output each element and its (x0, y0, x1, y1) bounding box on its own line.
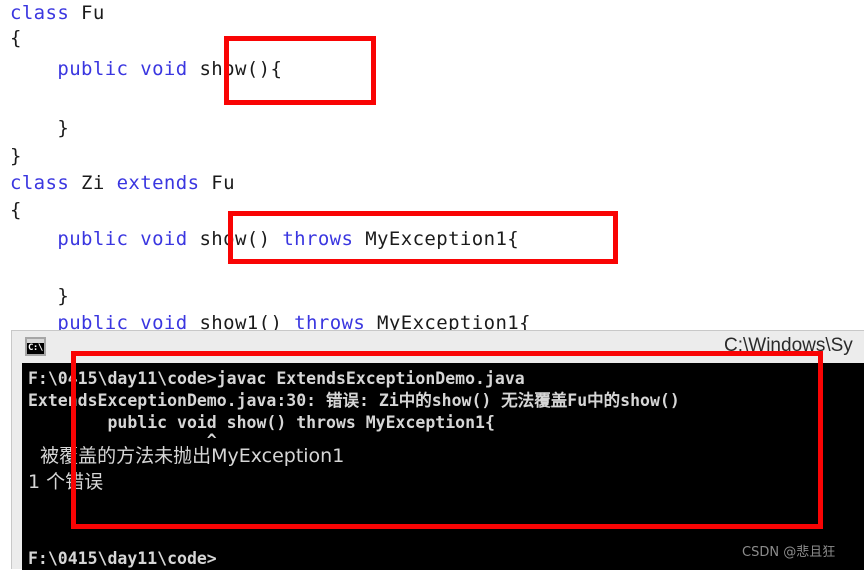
indent-3 (10, 58, 57, 80)
keyword-throws: throws (282, 228, 354, 250)
terminal-line-error-header: ExtendsExceptionDemo.java:30: 错误: Zi中的sh… (28, 391, 680, 410)
command-prompt-window[interactable]: C:\. C:\Windows\Sy F:\0415\day11\code>ja… (11, 330, 864, 570)
console-title-bar[interactable]: C:\. C:\Windows\Sy (12, 331, 864, 363)
code-line-5: } (10, 117, 69, 139)
console-output-area[interactable]: F:\0415\day11\code>javac ExtendsExceptio… (22, 363, 864, 570)
keyword-extends: extends (116, 172, 200, 194)
exception-type-myexception1: MyException1{ (353, 228, 520, 250)
code-line-1: class Fu (10, 2, 105, 24)
space-3a (128, 58, 140, 80)
brace-open-zi: { (10, 199, 22, 221)
keyword-void-2: void (140, 228, 188, 250)
method-show-parent: show(){ (187, 58, 283, 80)
brace-close-class-fu: } (10, 145, 22, 167)
class-name-zi: Zi (69, 172, 117, 194)
cmd-console-icon: C:\. (25, 337, 46, 356)
terminal-line-source-echo: public void show() throws MyException1{ (28, 413, 495, 432)
code-line-2: { (10, 27, 22, 49)
code-line-9: public void show() throws MyException1{ (10, 228, 519, 250)
console-window-title: C:\Windows\Sy (724, 335, 853, 356)
brace-close-method-2: } (10, 285, 70, 307)
brace-close-method: } (10, 117, 70, 139)
superclass-name-fu: Fu (199, 172, 235, 194)
method-show-child: show() (187, 228, 283, 250)
brace-open: { (10, 27, 22, 49)
code-line-11: } (10, 285, 69, 307)
keyword-class-2: class (10, 172, 70, 194)
terminal-line-error-detail: 被覆盖的方法未抛出MyException1 (28, 445, 345, 467)
code-line-7: class Zi extends Fu (10, 172, 235, 194)
keyword-public: public (57, 58, 129, 80)
terminal-line-command: F:\0415\day11\code>javac ExtendsExceptio… (28, 369, 525, 388)
code-line-3: public void show(){ (10, 58, 282, 80)
space-9a (128, 228, 140, 250)
keyword-void: void (140, 58, 188, 80)
class-name-fu: Fu (69, 2, 105, 24)
terminal-line-prompt-final: F:\0415\day11\code> (28, 549, 217, 568)
keyword-class: class (10, 2, 70, 24)
cmd-icon-prompt-glyph: C:\. (28, 343, 46, 353)
indent-9 (10, 228, 57, 250)
keyword-public-2: public (57, 228, 129, 250)
code-line-6: } (10, 145, 22, 167)
terminal-line-error-count: 1 个错误 (28, 471, 104, 493)
code-line-8: { (10, 199, 22, 221)
csdn-watermark: CSDN @悲且狂 (742, 545, 836, 560)
